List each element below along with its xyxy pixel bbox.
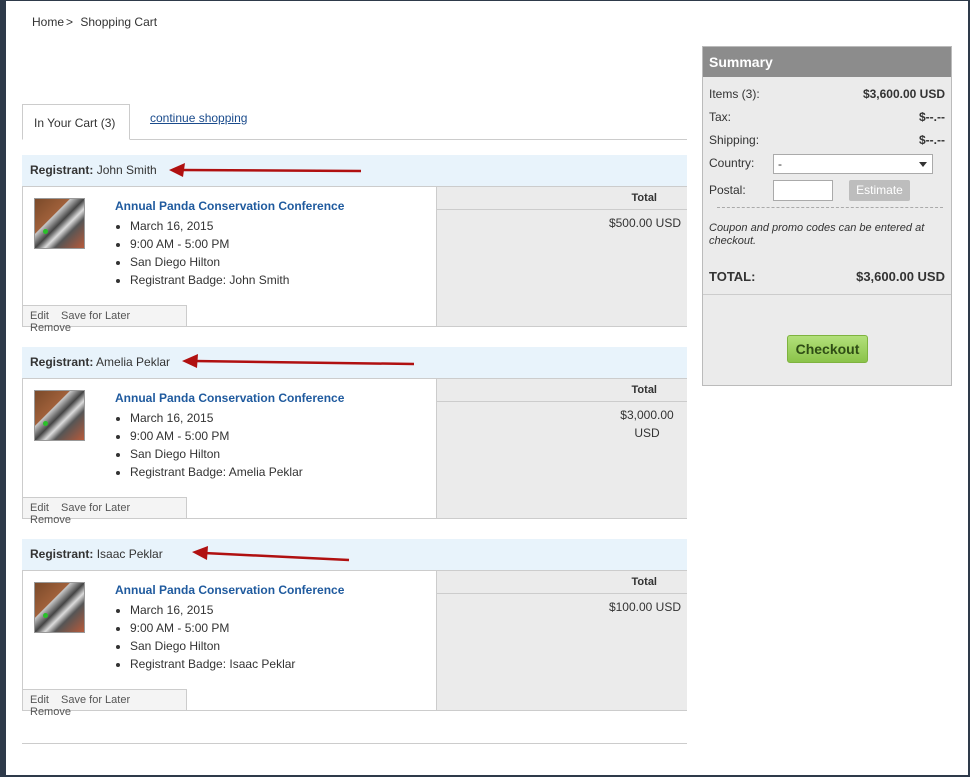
event-time: 9:00 AM - 5:00 PM — [130, 619, 295, 637]
event-date: March 16, 2015 — [130, 217, 289, 235]
postal-label: Postal: — [709, 183, 746, 197]
item-total-amount: $3,000.00 — [620, 408, 674, 422]
annotation-arrow — [169, 163, 362, 177]
event-thumbnail — [34, 390, 85, 441]
event-badge: Registrant Badge: Amelia Peklar — [130, 463, 303, 481]
country-select[interactable]: - — [773, 154, 933, 174]
breadcrumb-home-link[interactable]: Home — [32, 15, 64, 29]
tax-label: Tax: — [709, 110, 732, 124]
event-venue: San Diego Hilton — [130, 253, 289, 271]
event-venue: San Diego Hilton — [130, 445, 303, 463]
cart-item: Registrant: Isaac Peklar Annual Panda Co… — [22, 539, 687, 718]
save-for-later-button[interactable]: Save for Later — [61, 694, 130, 706]
total-column: Total $3,000.00 USD — [436, 379, 687, 518]
total-column: Total $500.00 USD — [436, 187, 687, 326]
items-label: Items (3): — [709, 87, 760, 101]
summary-total-row: TOTAL: $3,600.00 USD — [709, 269, 945, 284]
shipping-value: $--.-- — [919, 133, 945, 147]
event-time: 9:00 AM - 5:00 PM — [130, 235, 289, 253]
edit-button[interactable]: Edit — [30, 310, 49, 322]
remove-button[interactable]: Remove — [30, 514, 71, 526]
order-summary-panel: Summary Items (3): $3,600.00 USD Tax: $-… — [702, 46, 952, 386]
remove-button[interactable]: Remove — [30, 322, 71, 334]
annotation-arrow — [182, 354, 415, 368]
item-actions: Edit Save for Later Remove — [23, 497, 187, 526]
cart-item-body: Annual Panda Conservation Conference Mar… — [22, 378, 687, 526]
save-for-later-button[interactable]: Save for Later — [61, 502, 130, 514]
registrant-header: Registrant: Isaac Peklar — [22, 539, 687, 570]
total-header: Total — [437, 379, 687, 402]
total-column: Total $100.00 USD — [436, 571, 687, 710]
postal-input[interactable] — [773, 180, 833, 201]
item-total: $500.00 USD — [608, 216, 681, 230]
coupon-note: Coupon and promo codes can be entered at… — [709, 222, 925, 247]
country-label: Country: — [709, 156, 755, 170]
save-for-later-button[interactable]: Save for Later — [61, 310, 130, 322]
shipping-label: Shipping: — [709, 133, 760, 147]
item-total: $100.00 USD — [608, 600, 681, 614]
event-details: March 16, 2015 9:00 AM - 5:00 PM San Die… — [115, 409, 303, 481]
continue-shopping-link[interactable]: continue shopping — [150, 111, 247, 125]
event-thumbnail — [34, 582, 85, 633]
country-selected-value: - — [778, 157, 782, 171]
cart-item-body: Annual Panda Conservation Conference Mar… — [22, 186, 687, 334]
cart-tabs: In Your Cart (3) continue shopping — [22, 104, 687, 140]
cart-item-body: Annual Panda Conservation Conference Mar… — [22, 570, 687, 718]
divider — [703, 294, 951, 295]
registrant-label: Registrant: — [30, 547, 94, 561]
event-thumbnail — [34, 198, 85, 249]
registrant-name: Isaac Peklar — [96, 547, 163, 561]
annotation-arrow — [192, 546, 350, 562]
event-time: 9:00 AM - 5:00 PM — [130, 427, 303, 445]
item-actions: Edit Save for Later Remove — [23, 305, 187, 334]
event-venue: San Diego Hilton — [130, 637, 295, 655]
chevron-down-icon — [919, 162, 927, 167]
divider — [22, 743, 687, 744]
edit-button[interactable]: Edit — [30, 694, 49, 706]
divider — [717, 207, 943, 208]
registrant-name: John Smith — [96, 163, 157, 177]
items-value: $3,600.00 USD — [862, 87, 945, 101]
registrant-label: Registrant: — [30, 163, 94, 177]
estimate-button[interactable]: Estimate — [849, 180, 910, 201]
registrant-name: Amelia Peklar — [96, 355, 171, 369]
event-date: March 16, 2015 — [130, 409, 303, 427]
event-title-link[interactable]: Annual Panda Conservation Conference — [115, 583, 344, 597]
item-total-currency: USD — [634, 426, 660, 440]
event-badge: Registrant Badge: John Smith — [130, 271, 289, 289]
breadcrumb-separator: > — [66, 15, 74, 29]
event-details: March 16, 2015 9:00 AM - 5:00 PM San Die… — [115, 601, 295, 673]
event-date: March 16, 2015 — [130, 601, 295, 619]
item-actions: Edit Save for Later Remove — [23, 689, 187, 718]
total-value: $3,600.00 USD — [856, 269, 945, 284]
edit-button[interactable]: Edit — [30, 502, 49, 514]
event-title-link[interactable]: Annual Panda Conservation Conference — [115, 391, 344, 405]
event-title-link[interactable]: Annual Panda Conservation Conference — [115, 199, 344, 213]
tab-in-your-cart[interactable]: In Your Cart (3) — [22, 104, 130, 140]
event-badge: Registrant Badge: Isaac Peklar — [130, 655, 295, 673]
tax-value: $--.-- — [919, 110, 945, 124]
checkout-button[interactable]: Checkout — [787, 335, 868, 363]
total-label: TOTAL: — [709, 269, 756, 284]
summary-title: Summary — [703, 47, 951, 77]
remove-button[interactable]: Remove — [30, 706, 71, 718]
total-header: Total — [437, 571, 687, 594]
item-total: $3,000.00 USD — [587, 402, 707, 442]
breadcrumb: Home > Shopping Cart — [32, 15, 157, 29]
breadcrumb-current: Shopping Cart — [80, 15, 158, 29]
registrant-label: Registrant: — [30, 355, 94, 369]
event-details: March 16, 2015 9:00 AM - 5:00 PM San Die… — [115, 217, 289, 289]
total-header: Total — [437, 187, 687, 210]
